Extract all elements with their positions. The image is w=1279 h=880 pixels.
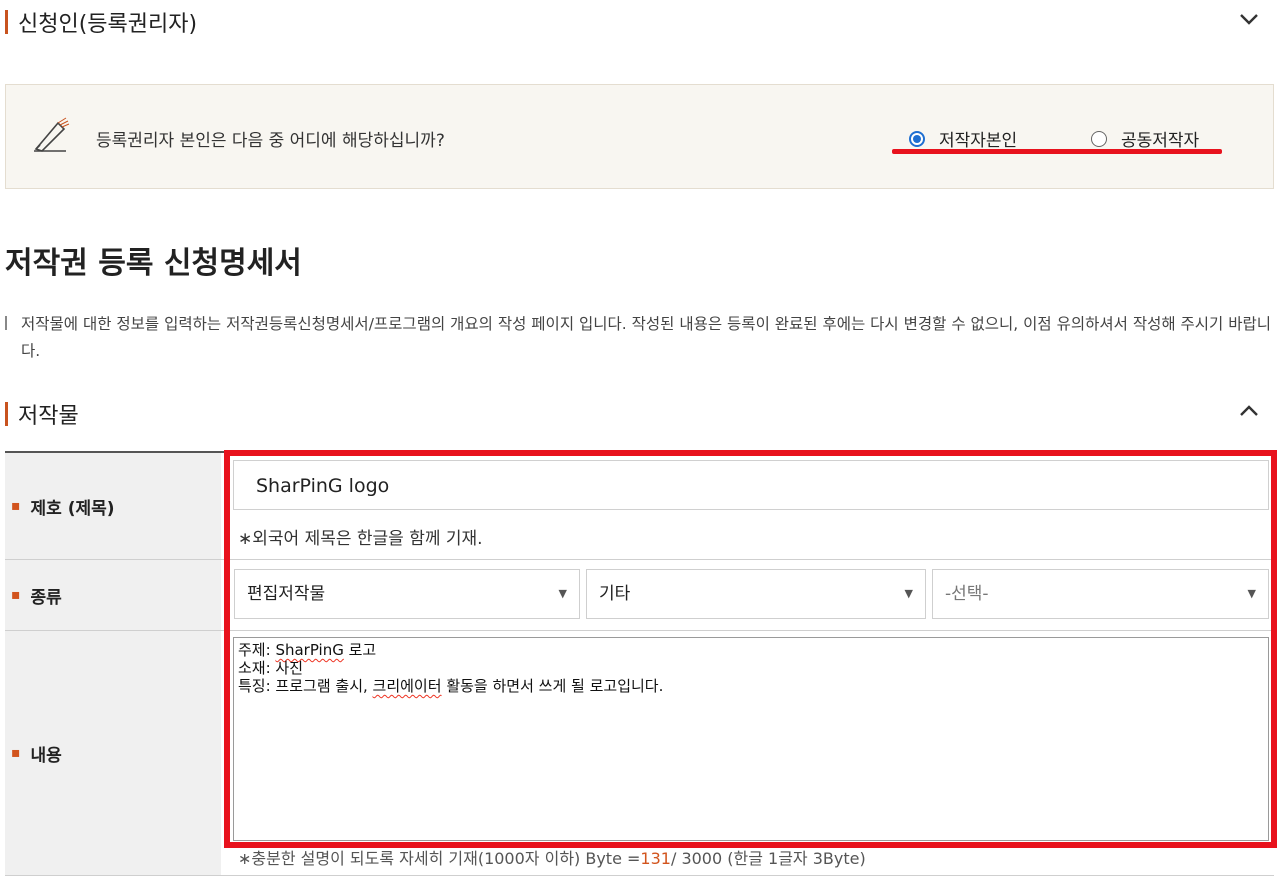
chevron-up-icon[interactable] (1239, 401, 1259, 421)
description-bar (5, 316, 7, 330)
select-value: 편집저작물 (247, 584, 326, 604)
content-row-label: ▪ 내용 (5, 631, 221, 875)
work-content-textarea[interactable]: 주제: SharPinG 로고 소재: 사진 특징: 프로그램 출시, 크리에이… (233, 637, 1269, 841)
page-title: 저작권 등록 신청명세서 (5, 246, 302, 281)
dropdown-arrow-icon: ▼ (1247, 587, 1256, 600)
title-row-label: ▪ 제호 (제목) (5, 453, 221, 559)
owner-type-question: 등록권리자 본인은 다음 중 어디에 해당하십니까? (96, 131, 445, 151)
bullet-icon: ▪ (11, 745, 21, 761)
applicant-section-header: 신청인(등록권리자) (5, 6, 197, 38)
byte-count: 131 (640, 849, 671, 868)
section-bar (5, 10, 8, 34)
select-value: -선택- (945, 584, 989, 604)
section-bar (5, 402, 8, 426)
type-row-label: ▪ 종류 (5, 560, 221, 630)
radio-co-author[interactable]: 공동저작자 (1091, 126, 1199, 151)
content-line-1: 주제: SharPinG 로고 (238, 641, 377, 659)
applicant-section-title: 신청인(등록권리자) (18, 12, 198, 37)
bullet-icon: ▪ (11, 498, 21, 514)
work-type-select-3[interactable]: -선택- ▼ (932, 569, 1269, 619)
title-label: 제호 (제목) (30, 498, 115, 519)
work-section-header: 저작물 (5, 398, 79, 430)
work-title-input[interactable]: SharPinG logo (233, 460, 1269, 510)
content-line-2: 소재: 사진 (238, 659, 304, 677)
content-label: 내용 (30, 745, 62, 766)
pen-icon (34, 117, 70, 152)
select-value: 기타 (599, 584, 631, 604)
chevron-down-icon[interactable] (1239, 9, 1259, 29)
content-line-3: 특징: 프로그램 출시, 크리에이터 활동을 하면서 쓰게 될 로고입니다. (238, 677, 664, 695)
highlight-underline (892, 149, 1222, 154)
title-hint: ∗외국어 제목은 한글을 함께 기재. (238, 529, 483, 549)
row-divider (5, 875, 1274, 876)
radio-button-checked[interactable] (909, 130, 925, 147)
radio-button[interactable] (1091, 130, 1107, 147)
radio-co-author-label: 공동저작자 (1121, 131, 1200, 151)
dropdown-arrow-icon: ▼ (904, 587, 913, 600)
radio-author-self-label: 저작자본인 (939, 131, 1018, 151)
work-type-select-2[interactable]: 기타 ▼ (586, 569, 926, 619)
byte-count-hint: ∗충분한 설명이 되도록 자세히 기재(1000자 이하) Byte =131/… (238, 849, 866, 868)
owner-type-question-box: 등록권리자 본인은 다음 중 어디에 해당하십니까? 저작자본인 공동저작자 (5, 84, 1274, 189)
work-type-select-1[interactable]: 편집저작물 ▼ (234, 569, 580, 619)
work-section-title: 저작물 (18, 404, 79, 429)
dropdown-arrow-icon: ▼ (558, 587, 567, 600)
type-label: 종류 (30, 587, 62, 608)
radio-author-self[interactable]: 저작자본인 (909, 126, 1017, 151)
page-description: 저작물에 대한 정보를 입력하는 저작권등록신청명세서/프로그램의 개요의 작성… (21, 315, 1272, 360)
bullet-icon: ▪ (11, 587, 21, 603)
